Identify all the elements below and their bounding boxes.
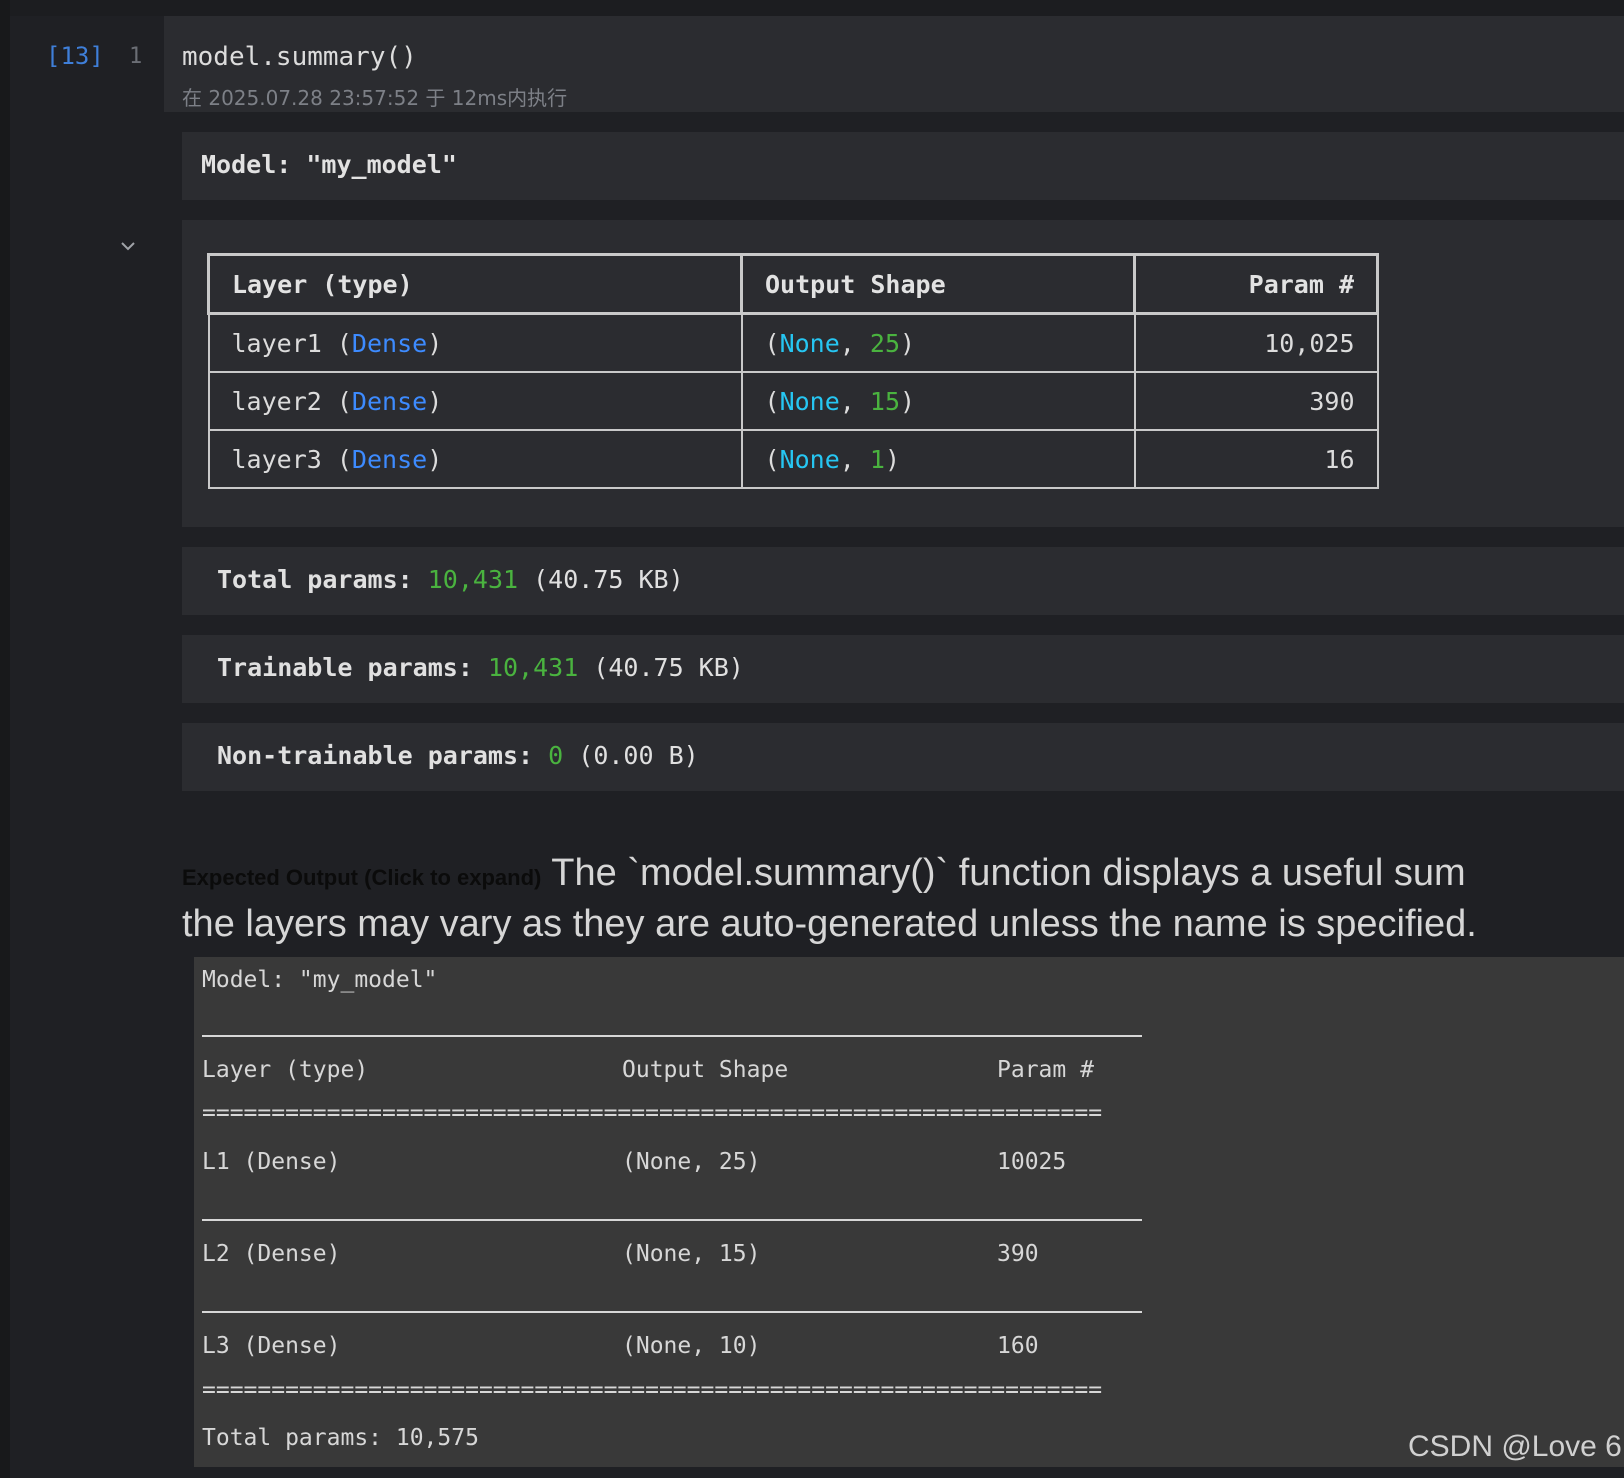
markdown-sentence-1: The `model.summary()` function displays … [551, 852, 1466, 894]
non-trainable-params-line: Non-trainable params: 0 (0.00 B) [217, 741, 699, 770]
markdown-line-1: Expected Output (Click to expand) The `m… [182, 850, 1624, 901]
table-header-row: Layer (type) Output Shape Param # [207, 253, 1379, 315]
cell-gutter [10, 16, 164, 1478]
trainable-params-label: Trainable params: [217, 653, 473, 682]
header-param: Param # [1133, 253, 1379, 315]
total-params-block: Total params: 10,431 (40.75 KB) [182, 547, 1624, 615]
total-params-line: Total params: 10,431 (40.75 KB) [217, 565, 684, 594]
expected-row-shape: (None, 10) [622, 1333, 761, 1359]
expected-model-line: Model: "my_model" [202, 967, 438, 993]
layer-name: layer1 [231, 328, 322, 358]
shape-dim: 15 [869, 386, 900, 416]
layer-type: Dense [351, 444, 428, 474]
execution-metadata: 在 2025.07.28 23:57:52 于 12ms内执行 [182, 86, 568, 110]
layer-cell: layer1 (Dense) [207, 312, 743, 373]
summary-table: Layer (type) Output Shape Param # layer1… [207, 253, 1379, 489]
markdown-sentence-2: the layers may vary as they are auto-gen… [182, 903, 1477, 945]
shape-cell: (None, 15) [740, 371, 1136, 431]
non-trainable-params-label: Non-trainable params: [217, 741, 534, 770]
table-row: layer1 (Dense) (None, 25) 10,025 [207, 312, 1379, 373]
expected-header-layer: Layer (type) [202, 1057, 369, 1083]
expected-output-box: Model: "my_model" Layer (type) Output Sh… [194, 957, 1624, 1467]
shape-dim: 1 [869, 444, 885, 474]
layer-type: Dense [351, 328, 428, 358]
trainable-params-value: 10,431 [487, 653, 579, 682]
rule-line [202, 1219, 1142, 1221]
header-output-shape: Output Shape [740, 253, 1136, 315]
watermark: CSDN @Love 6 [1408, 1430, 1622, 1463]
code-cell-input[interactable]: model.summary() 在 2025.07.28 23:57:52 于 … [164, 16, 1624, 112]
shape-dim: 25 [869, 328, 900, 358]
top-strip [0, 0, 1624, 16]
model-title: Model: "my_model" [201, 150, 457, 179]
trainable-params-block: Trainable params: 10,431 (40.75 KB) [182, 635, 1624, 703]
expected-header-shape: Output Shape [622, 1057, 789, 1083]
layer-name: layer2 [231, 386, 322, 416]
total-params-value: 10,431 [427, 565, 519, 594]
trainable-params-line: Trainable params: 10,431 (40.75 KB) [217, 653, 744, 682]
rule-line [202, 1035, 1142, 1037]
non-trainable-params-value: 0 [548, 741, 564, 770]
shape-none: None [779, 444, 840, 474]
expected-row-layer: L1 (Dense) [202, 1149, 341, 1175]
markdown-text: Expected Output (Click to expand) The `m… [182, 850, 1624, 947]
expected-row-param: 390 [997, 1241, 1039, 1267]
expected-row-layer: L2 (Dense) [202, 1241, 341, 1267]
chevron-down-icon[interactable] [120, 240, 136, 252]
table-row: layer3 (Dense) (None, 1) 16 [207, 429, 1379, 489]
param-cell: 390 [1133, 371, 1379, 431]
double-rule: ========================================… [202, 1377, 1103, 1403]
expected-row-layer: L3 (Dense) [202, 1333, 341, 1359]
non-trainable-params-size: (0.00 B) [578, 741, 699, 770]
layer-name: layer3 [231, 444, 322, 474]
expected-row-param: 10025 [997, 1149, 1067, 1175]
model-title-block: Model: "my_model" [182, 132, 1624, 200]
expected-row-shape: (None, 15) [622, 1241, 761, 1267]
total-params-label: Total params: [217, 565, 413, 594]
double-rule: ========================================… [202, 1100, 1103, 1126]
code-line[interactable]: model.summary() [182, 42, 417, 72]
param-cell: 10,025 [1133, 312, 1379, 373]
layer-cell: layer3 (Dense) [207, 429, 743, 489]
table-row: layer2 (Dense) (None, 15) 390 [207, 371, 1379, 431]
expected-row-param: 160 [997, 1333, 1039, 1359]
layer-cell: layer2 (Dense) [207, 371, 743, 431]
expected-header-param: Param # [997, 1057, 1094, 1083]
layer-type: Dense [351, 386, 428, 416]
line-number: 1 [129, 44, 143, 69]
rule-line [202, 1311, 1142, 1313]
shape-cell: (None, 1) [740, 429, 1136, 489]
expected-output-toggle[interactable]: Expected Output (Click to expand) [182, 865, 541, 890]
param-cell: 16 [1133, 429, 1379, 489]
expected-total-params: Total params: 10,575 [202, 1425, 479, 1451]
shape-none: None [779, 328, 840, 358]
total-params-size: (40.75 KB) [533, 565, 684, 594]
trainable-params-size: (40.75 KB) [593, 653, 744, 682]
summary-table-block: Layer (type) Output Shape Param # layer1… [182, 220, 1624, 527]
expected-row-shape: (None, 25) [622, 1149, 761, 1175]
shape-cell: (None, 25) [740, 312, 1136, 373]
execution-count: [13] [46, 42, 104, 70]
non-trainable-params-block: Non-trainable params: 0 (0.00 B) [182, 723, 1624, 791]
shape-none: None [779, 386, 840, 416]
left-edge [0, 0, 10, 1478]
header-layer: Layer (type) [207, 253, 743, 315]
